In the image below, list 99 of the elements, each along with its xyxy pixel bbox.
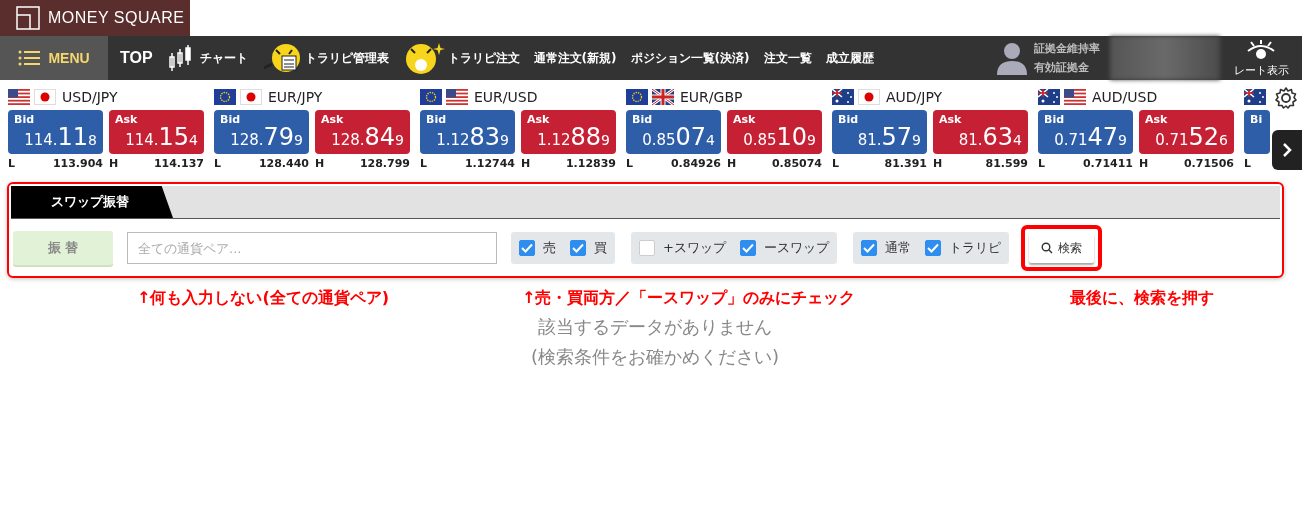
- flag-icon: [420, 89, 442, 105]
- nav-link[interactable]: トラリピ管理表: [255, 38, 395, 78]
- low-value: 1.12744: [464, 157, 515, 170]
- low-value: 0.71411: [1082, 157, 1133, 170]
- rate-display-button[interactable]: レート表示: [1220, 36, 1302, 80]
- checkbox-option[interactable]: トラリピ: [924, 239, 1001, 257]
- flag-icon: [858, 89, 880, 105]
- flag-icon: [652, 89, 674, 105]
- logo-text: MONEY SQUARE: [48, 9, 185, 27]
- low-label: L: [8, 157, 15, 170]
- chevron-right-icon: [1282, 142, 1292, 158]
- currency-pair: USD/JPY: [62, 89, 118, 105]
- nav-link[interactable]: 注文一覧: [757, 38, 818, 78]
- high-value: 0.71506: [1183, 157, 1234, 170]
- low-value: 0.84926: [670, 157, 721, 170]
- flag-icon: [446, 89, 468, 105]
- checkbox-option[interactable]: 売: [519, 239, 556, 257]
- account-label: 証拠金維持率: [1034, 41, 1100, 56]
- low-value: 81.391: [884, 157, 927, 170]
- flag-icon: [214, 89, 236, 105]
- flag-icon: [1064, 89, 1086, 105]
- bid-price-button[interactable]: Bi: [1244, 110, 1270, 154]
- search-button[interactable]: 検索: [1028, 233, 1094, 263]
- flag-icon: [34, 89, 56, 105]
- currency-pair: EUR/USD: [474, 89, 538, 105]
- checkbox-option[interactable]: 買: [570, 239, 607, 257]
- low-label: L: [420, 157, 427, 170]
- annotation-text: ↑売・買両方／「ースワップ」のみにチェック: [522, 288, 856, 309]
- eye-icon: [1245, 38, 1277, 61]
- checkbox[interactable]: [860, 240, 877, 256]
- high-label: H: [315, 157, 325, 170]
- flag-icon: [1244, 89, 1266, 105]
- menu-button[interactable]: MENU: [0, 36, 108, 80]
- currency-pair-field[interactable]: 全ての通貨ペア...: [127, 232, 497, 264]
- checkbox[interactable]: [739, 240, 756, 256]
- high-value: 114.137: [153, 157, 204, 170]
- nav-link[interactable]: チャート: [160, 38, 254, 78]
- flag-icon: [626, 89, 648, 105]
- ask-price-button[interactable]: Ask 114.154: [109, 110, 204, 154]
- bid-price-button[interactable]: Bid 0.7147 9: [1038, 110, 1133, 154]
- low-label: L: [832, 157, 839, 170]
- settings-icon[interactable]: [1274, 86, 1298, 110]
- nav-link[interactable]: 成立履歴: [819, 38, 880, 78]
- scroll-right-button[interactable]: [1272, 130, 1302, 170]
- bid-price-button[interactable]: Bid 0.85074: [626, 110, 721, 154]
- low-label: L: [214, 157, 221, 170]
- checkbox[interactable]: [924, 240, 941, 256]
- low-label: L: [626, 157, 633, 170]
- bid-price-button[interactable]: Bid 81.57 9: [832, 110, 927, 154]
- high-label: H: [109, 157, 119, 170]
- flag-icon: [832, 89, 854, 105]
- menu-icon: [18, 50, 41, 66]
- checkbox[interactable]: [570, 240, 586, 256]
- checkbox-option[interactable]: ースワップ: [739, 239, 829, 257]
- nav-link[interactable]: ポジション一覧(決済): [624, 38, 756, 78]
- checkbox-option[interactable]: +スワップ: [639, 239, 726, 257]
- flag-icon: [240, 89, 262, 105]
- checkbox[interactable]: [519, 240, 535, 256]
- checkbox-option[interactable]: 通常: [860, 239, 911, 257]
- tiger-mascot-icon: [261, 42, 302, 74]
- tab[interactable]: スワップ振替: [11, 186, 173, 218]
- high-label: H: [1139, 157, 1149, 170]
- low-value: 113.904: [52, 157, 103, 170]
- logo-icon: [16, 6, 40, 30]
- empty-message: 該当するデータがありません: [537, 315, 773, 339]
- ask-price-button[interactable]: Ask 81.634: [933, 110, 1028, 154]
- ask-price-button[interactable]: Ask 1.12889: [521, 110, 616, 154]
- user-icon: [996, 41, 1028, 75]
- annotation-text: ↑何も入力しない(全ての通貨ペア): [137, 288, 390, 309]
- high-label: H: [521, 157, 531, 170]
- low-label: L: [1244, 157, 1251, 170]
- low-label: L: [1038, 157, 1045, 170]
- currency-pair: AUD/JPY: [886, 89, 943, 105]
- checkbox[interactable]: [639, 240, 655, 256]
- nav-link[interactable]: トラリピ注文: [396, 38, 526, 78]
- flag-icon: [8, 89, 30, 105]
- high-label: H: [727, 157, 737, 170]
- bid-price-button[interactable]: Bid 1.1283 9: [420, 110, 515, 154]
- currency-pair: EUR/JPY: [268, 89, 323, 105]
- ask-price-button[interactable]: Ask 0.85 109: [727, 110, 822, 154]
- low-value: 128.440: [258, 157, 309, 170]
- search-icon: [1040, 242, 1053, 254]
- high-value: 128.799: [359, 157, 410, 170]
- high-value: 81.599: [985, 157, 1028, 170]
- high-value: 1.12839: [565, 157, 616, 170]
- currency-pair: EUR/GBP: [680, 89, 743, 105]
- high-label: H: [933, 157, 943, 170]
- bid-price-button[interactable]: Bid 114.11 8: [8, 110, 103, 154]
- flag-icon: [1038, 89, 1060, 105]
- high-value: 0.85074: [771, 157, 822, 170]
- bid-price-button[interactable]: Bid 128.799: [214, 110, 309, 154]
- empty-message: (検索条件をお確かめください): [529, 345, 780, 369]
- ask-price-button[interactable]: Ask 0.7152 6: [1139, 110, 1234, 154]
- nav-link[interactable]: 通常注文(新規): [527, 38, 623, 78]
- account-label: 有効証拠金: [1034, 60, 1090, 75]
- currency-pair: AUD/USD: [1092, 89, 1158, 105]
- annotation-text: 最後に、検索を押す: [1070, 288, 1215, 308]
- ask-price-button[interactable]: Ask 128.849: [315, 110, 410, 154]
- nav-link[interactable]: TOP: [114, 38, 159, 78]
